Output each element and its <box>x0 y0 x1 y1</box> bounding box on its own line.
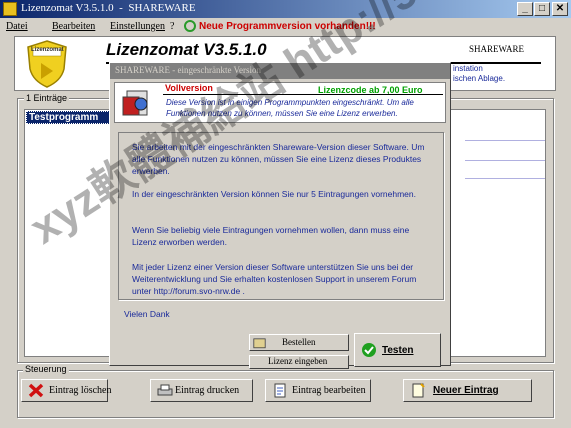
window-title: Lizenzomat V3.5.1.0 - SHAREWARE <box>21 2 196 14</box>
app-icon <box>3 2 17 16</box>
edit-entry-button[interactable]: Eintrag bearbeiten <box>265 379 371 402</box>
header-info-line1: instation <box>453 64 483 73</box>
menu-bearbeiten[interactable]: Bearbeiten <box>52 21 95 32</box>
test-button[interactable]: Testen <box>354 333 441 367</box>
list-gridline <box>465 160 545 161</box>
close-button[interactable]: ✕ <box>552 2 568 16</box>
dialog-paragraph: Mit jeder Lizenz einer Version dieser So… <box>132 262 417 296</box>
print-entry-label: Eintrag drucken <box>175 385 240 396</box>
new-document-icon <box>412 383 425 398</box>
menu-einstellungen[interactable]: Einstellungen <box>110 21 165 32</box>
refresh-icon[interactable] <box>184 20 196 32</box>
order-label: Bestellen <box>282 337 316 347</box>
new-entry-label: Neuer Eintrag <box>433 385 499 396</box>
dialog-signature: Vielen Dank <box>124 309 170 319</box>
maximize-button[interactable]: □ <box>534 2 550 16</box>
document-edit-icon <box>274 383 286 398</box>
software-box-icon <box>122 90 148 116</box>
list-item[interactable]: Testprogramm <box>26 111 112 124</box>
controls-group-label: Steuerung <box>23 364 69 374</box>
enter-license-label: Lizenz eingeben <box>268 356 328 366</box>
delete-entry-label: Eintrag löschen <box>49 385 112 396</box>
logo-text: Lizenzomat <box>31 47 64 53</box>
delete-entry-button[interactable]: Eintrag löschen <box>21 379 112 402</box>
test-label: Testen <box>382 345 414 356</box>
entries-group-label: 1 Einträge <box>24 93 70 103</box>
menu-datei[interactable]: Datei <box>6 21 28 32</box>
printer-icon <box>157 384 173 396</box>
order-icon <box>253 338 266 349</box>
order-button[interactable]: Bestellen <box>249 334 349 351</box>
checkmark-icon <box>362 343 376 357</box>
list-gridline <box>465 178 545 179</box>
new-entry-button[interactable]: Neuer Eintrag <box>403 379 532 402</box>
enter-license-button[interactable]: Lizenz eingeben <box>249 355 349 369</box>
dialog-paragraph: Wenn Sie beliebig viele Eintragungen vor… <box>132 225 410 247</box>
edit-entry-label: Eintrag bearbeiten <box>292 385 366 396</box>
window-titlebar: Lizenzomat V3.5.1.0 - SHAREWARE _ □ ✕ <box>0 0 571 18</box>
minimize-button[interactable]: _ <box>517 2 533 16</box>
header-info-line2: ischen Ablage. <box>453 74 506 83</box>
delete-x-icon <box>28 383 44 398</box>
dialog-paragraph: In der eingeschränkten Version können Si… <box>132 189 416 199</box>
menu-help[interactable]: ? <box>170 21 174 32</box>
edition-label: SHAREWARE <box>469 44 525 54</box>
print-entry-button[interactable]: Eintrag drucken <box>150 379 253 402</box>
list-gridline <box>465 140 545 141</box>
